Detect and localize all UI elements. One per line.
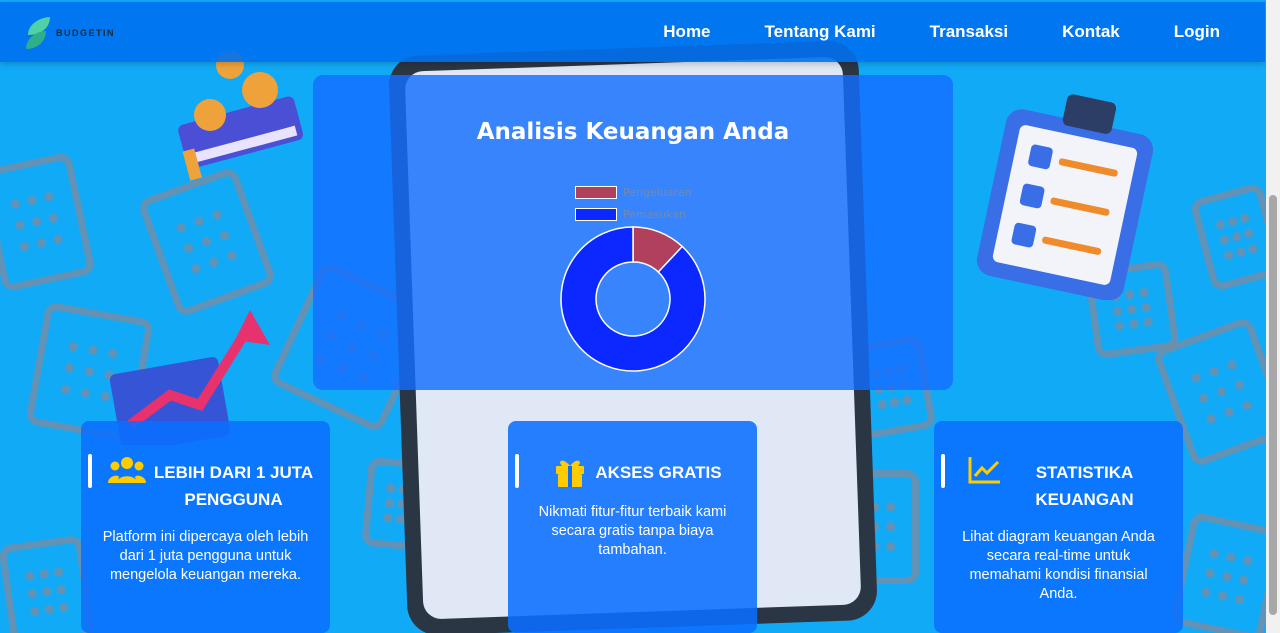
feature-card-statistics: STATISTIKA KEUANGAN Lihat diagram keuang… <box>934 421 1183 633</box>
gift-icon <box>556 460 585 487</box>
nav-kontak[interactable]: Kontak <box>1062 22 1120 42</box>
feature-card-free: AKSES GRATIS Nikmati fitur-fitur terbaik… <box>508 421 757 633</box>
analysis-title: Analisis Keuangan Anda <box>476 119 790 145</box>
card-text: Nikmati fitur-fitur terbaik kami secara … <box>538 504 727 558</box>
legend-item-pengeluaran[interactable]: Pengeluaran <box>575 181 692 203</box>
donut-slice-pemasukan[interactable] <box>560 226 706 372</box>
nav-transaksi[interactable]: Transaksi <box>930 22 1008 42</box>
main-nav: Home Tentang Kami Transaksi Kontak Login <box>663 2 1220 62</box>
books-coins-icon <box>178 51 304 181</box>
leaf-logo-icon <box>26 17 50 49</box>
legend-swatch <box>575 207 617 221</box>
card-title: LEBIH DARI 1 JUTA PENGGUNA <box>153 463 314 509</box>
feature-card-users: LEBIH DARI 1 JUTA PENGGUNA Platform ini … <box>81 421 330 633</box>
navbar: BUDGETIN Home Tentang Kami Transaksi Kon… <box>0 2 1265 62</box>
legend-swatch <box>575 185 617 199</box>
chart-legend: Pengeluaran Pemasukan <box>575 181 692 225</box>
card-text: Lihat diagram keuangan Anda secara real-… <box>962 529 1155 602</box>
donut-chart <box>560 226 706 372</box>
nav-login[interactable]: Login <box>1174 22 1220 42</box>
users-icon <box>107 457 146 483</box>
card-accent-bar <box>88 454 92 488</box>
analysis-panel: Analisis Keuangan Anda Pengeluaran Pemas… <box>313 75 953 390</box>
page-scrollbar[interactable] <box>1266 0 1280 633</box>
scrollbar-thumb[interactable] <box>1269 195 1277 615</box>
nav-tentang-kami[interactable]: Tentang Kami <box>765 22 876 42</box>
clipboard-checklist-icon <box>976 94 1154 300</box>
card-title: STATISTIKA KEUANGAN <box>1035 463 1134 509</box>
brand-name: BUDGETIN <box>56 28 115 38</box>
card-title: AKSES GRATIS <box>595 463 722 482</box>
card-accent-bar <box>941 454 945 488</box>
chart-line-icon <box>968 457 1000 484</box>
nav-home[interactable]: Home <box>663 22 710 42</box>
legend-label: Pengeluaran <box>623 185 692 199</box>
card-text: Platform ini dipercaya oleh lebih dari 1… <box>102 529 309 583</box>
card-accent-bar <box>515 454 519 488</box>
legend-label: Pemasukan <box>623 207 687 221</box>
brand-logo[interactable]: BUDGETIN <box>24 15 115 51</box>
legend-item-pemasukan[interactable]: Pemasukan <box>575 203 692 225</box>
